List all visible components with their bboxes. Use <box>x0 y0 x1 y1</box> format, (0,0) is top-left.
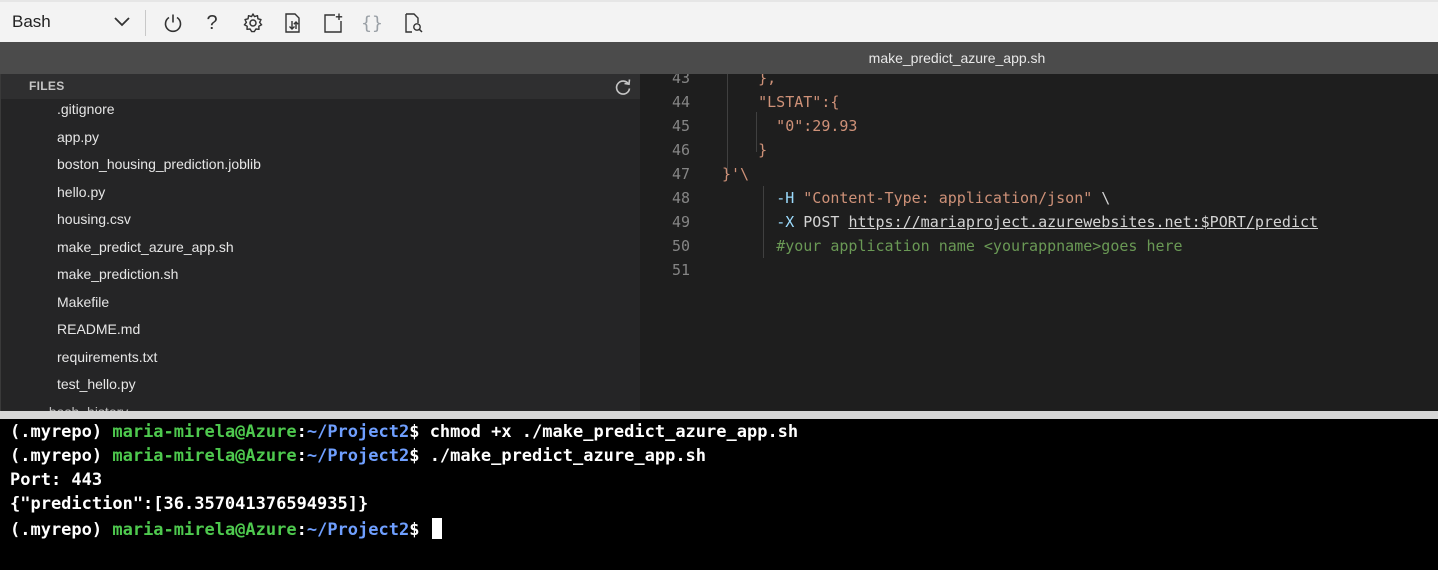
prompt-path: ~/Project2 <box>306 520 410 540</box>
prompt-env: (.myrepo) <box>10 520 113 540</box>
line-number: 44 <box>671 93 690 111</box>
files-panel: FILES .gitignore app.py boston_housing_pre… <box>0 74 640 411</box>
new-session-icon[interactable] <box>321 11 345 35</box>
line-number: 48 <box>671 189 690 207</box>
code-line: #your application name <yourappname>goes… <box>722 237 1183 255</box>
code-line: }, <box>722 74 776 87</box>
code-line: "LSTAT":{ <box>722 93 839 111</box>
code-token: POST <box>794 213 849 231</box>
terminal-cursor <box>431 518 442 539</box>
file-item[interactable]: make_predict_azure_app.sh <box>57 239 234 255</box>
prompt-env: (.myrepo) <box>10 422 113 442</box>
code-token: }'\ <box>722 165 750 183</box>
file-item[interactable]: app.py <box>57 129 99 145</box>
prompt-colon: : <box>296 446 307 466</box>
code-line: "0":29.93 <box>722 117 857 135</box>
panel-splitter[interactable] <box>0 411 1438 419</box>
code-line: -X POST https://mariaproject.azurewebsit… <box>722 213 1318 231</box>
editor-tab-bar: make_predict_azure_app.sh <box>0 42 1438 74</box>
code-token: \ <box>1092 189 1111 207</box>
code-token: -X <box>776 213 795 231</box>
prompt-user: maria-mirela@Azure <box>112 422 297 442</box>
chevron-down-icon <box>114 17 130 27</box>
code-token: } <box>722 141 768 159</box>
command-text: ./make_predict_azure_app.sh <box>429 446 707 466</box>
shell-selector-label: Bash <box>12 12 51 31</box>
restart-icon[interactable] <box>161 11 185 35</box>
prompt-path: ~/Project2 <box>306 422 410 442</box>
code-token: "0":29.93 <box>722 117 858 135</box>
terminal-line: (.myrepo) maria-mirela@Azure:~/Project2$ <box>10 518 442 540</box>
code-token: #your application name <yourappname>goes… <box>776 237 1183 255</box>
file-item[interactable]: hello.py <box>57 184 105 200</box>
code-line: -H "Content-Type: application/json" \ <box>722 189 1110 207</box>
file-item[interactable]: housing.csv <box>57 211 131 227</box>
code-token: /predict <box>1245 213 1319 231</box>
terminal-line: Port: 443 <box>10 470 103 490</box>
code-token: "LSTAT":{ <box>722 93 840 111</box>
prompt-path: ~/Project2 <box>306 446 410 466</box>
files-header: FILES <box>1 74 640 99</box>
file-item[interactable]: test_hello.py <box>57 376 136 392</box>
code-line: } <box>722 141 767 159</box>
line-number: 46 <box>671 141 690 159</box>
line-number: 43 <box>671 74 690 87</box>
prompt-colon: : <box>296 520 307 540</box>
file-item[interactable]: README.md <box>57 321 140 337</box>
line-number: 51 <box>671 261 690 279</box>
code-token: "Content-Type: application/json" <box>803 189 1093 207</box>
file-item[interactable]: make_prediction.sh <box>57 266 178 282</box>
prompt-user: maria-mirela@Azure <box>112 520 297 540</box>
help-icon[interactable]: ? <box>200 11 224 35</box>
terminal-line: {"prediction":[36.357041376594935]} <box>10 494 369 514</box>
file-item-partial[interactable]: .bash_history <box>45 404 128 412</box>
settings-icon[interactable] <box>241 11 265 35</box>
prompt-colon: : <box>296 422 307 442</box>
refresh-icon[interactable] <box>613 77 633 97</box>
prompt-user: maria-mirela@Azure <box>112 446 297 466</box>
prompt-env: (.myrepo) <box>10 446 113 466</box>
file-item[interactable]: requirements.txt <box>57 349 157 365</box>
cloud-shell-toolbar: Bash ? {} <box>0 0 1438 42</box>
terminal[interactable]: (.myrepo) maria-mirela@Azure:~/Project2$… <box>0 419 1438 570</box>
toolbar-divider <box>145 10 146 36</box>
line-number: 47 <box>671 165 690 183</box>
code-token: $PORT <box>1200 213 1246 231</box>
help-glyph: ? <box>206 11 218 34</box>
file-item[interactable]: .gitignore <box>57 101 115 117</box>
line-number: 50 <box>671 237 690 255</box>
code-token: }, <box>722 74 777 87</box>
prompt-symbol: $ <box>409 520 430 540</box>
web-preview-icon[interactable] <box>401 11 425 35</box>
editor-tab-title[interactable]: make_predict_azure_app.sh <box>640 42 1274 74</box>
upload-download-icon[interactable] <box>281 11 305 35</box>
file-item[interactable]: Makefile <box>57 294 109 310</box>
code-token: https://mariaproject.azurewebsites.net: <box>848 213 1201 231</box>
prompt-symbol: $ <box>409 446 430 466</box>
code-editor[interactable]: 43 }, 44 "LSTAT":{ 45 "0":29.93 46 } 47 }'\ 48… <box>640 74 1438 411</box>
shell-selector[interactable]: Bash <box>0 2 140 42</box>
command-text: chmod +x ./make_predict_azure_app.sh <box>429 422 799 442</box>
file-item[interactable]: boston_housing_prediction.joblib <box>57 156 261 172</box>
code-line: }'\ <box>722 165 749 183</box>
editor-icon[interactable]: {} <box>360 11 384 35</box>
terminal-line: (.myrepo) maria-mirela@Azure:~/Project2$… <box>10 422 798 442</box>
braces-glyph: {} <box>361 12 383 34</box>
line-number: 49 <box>671 213 690 231</box>
line-number: 45 <box>671 117 690 135</box>
code-token: -H <box>776 189 795 207</box>
prompt-symbol: $ <box>409 422 430 442</box>
terminal-line: (.myrepo) maria-mirela@Azure:~/Project2$… <box>10 446 706 466</box>
files-title: FILES <box>29 79 65 93</box>
